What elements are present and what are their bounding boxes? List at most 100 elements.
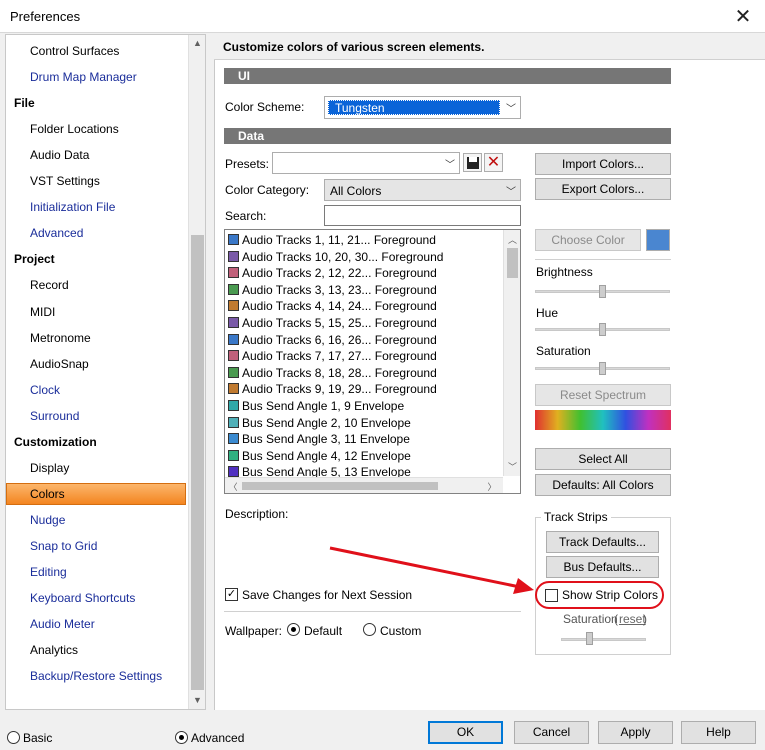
sidebar-item-audio-meter[interactable]: Audio Meter	[30, 614, 95, 634]
strip-saturation-reset-link[interactable]: reset	[619, 612, 646, 626]
sidebar-item-surround[interactable]: Surround	[30, 406, 79, 426]
defaults-all-colors-button[interactable]: Defaults: All Colors	[535, 474, 671, 496]
sidebar-item-audiosnap[interactable]: AudioSnap	[30, 354, 89, 374]
color-swatch-icon	[228, 433, 239, 445]
color-list-item[interactable]: Audio Tracks 3, 13, 23... Foreground	[228, 282, 437, 298]
scroll-right-icon[interactable]: 〉	[487, 480, 497, 493]
sidebar-item-display[interactable]: Display	[30, 458, 69, 478]
save-preset-icon[interactable]	[463, 153, 482, 172]
delete-preset-icon[interactable]: ✕	[484, 153, 503, 172]
hue-slider-thumb[interactable]	[599, 323, 606, 336]
color-item-label: Audio Tracks 5, 15, 25... Foreground	[242, 316, 437, 330]
description-label: Description:	[225, 507, 289, 521]
ok-button[interactable]: OK	[428, 721, 503, 744]
help-button[interactable]: Help	[681, 721, 756, 744]
color-list-item[interactable]: Bus Send Angle 1, 9 Envelope	[228, 398, 404, 414]
advanced-mode-radio[interactable]	[175, 731, 188, 744]
basic-mode-radio[interactable]	[7, 731, 20, 744]
color-list-item[interactable]: Audio Tracks 8, 18, 28... Foreground	[228, 365, 437, 381]
wallpaper-default-label: Default	[304, 624, 343, 638]
hue-label: Hue	[536, 306, 559, 320]
color-swatch[interactable]	[646, 229, 670, 251]
title-bar: Preferences ✕	[0, 0, 765, 33]
color-list-item[interactable]: Bus Send Angle 4, 12 Envelope	[228, 448, 411, 464]
basic-mode-label: Basic	[23, 731, 53, 745]
color-list-item[interactable]: Audio Tracks 2, 12, 22... Foreground	[228, 265, 437, 281]
sidebar-item-colors[interactable]: Colors	[30, 484, 65, 504]
sidebar-item-metronome[interactable]: Metronome	[30, 328, 91, 348]
track-strips-title: Track Strips	[541, 510, 611, 524]
track-defaults-button[interactable]: Track Defaults...	[546, 531, 659, 553]
list-vscroll-thumb[interactable]	[507, 248, 518, 278]
bus-defaults-button[interactable]: Bus Defaults...	[546, 556, 659, 578]
color-scheme-select[interactable]: Tungsten ﹀	[324, 96, 521, 119]
saturation-slider-thumb[interactable]	[599, 362, 606, 375]
sidebar-scrollbar[interactable]: ▲ ▼	[188, 35, 205, 709]
reset-spectrum-button[interactable]: Reset Spectrum	[535, 384, 671, 406]
saturation-label: Saturation	[536, 344, 591, 358]
sidebar-item-folder-locations[interactable]: Folder Locations	[30, 119, 119, 139]
color-item-label: Audio Tracks 4, 14, 24... Foreground	[242, 299, 437, 314]
color-swatch-icon	[228, 366, 239, 378]
wallpaper-default-radio[interactable]	[287, 623, 300, 636]
scroll-down-icon[interactable]: ﹀	[504, 460, 520, 473]
color-list-item[interactable]: Audio Tracks 6, 16, 26... Foreground	[228, 332, 437, 348]
color-swatch-icon	[228, 283, 239, 295]
scroll-down-icon[interactable]: ▼	[189, 695, 205, 705]
scrollbar-thumb[interactable]	[191, 235, 204, 690]
export-colors-button[interactable]: Export Colors...	[535, 178, 671, 200]
color-item-label: Audio Tracks 7, 17, 27... Foreground	[242, 349, 437, 364]
color-item-label: Bus Send Angle 3, 11 Envelope	[242, 432, 410, 447]
select-all-button[interactable]: Select All	[535, 448, 671, 470]
color-list-item[interactable]: Audio Tracks 5, 15, 25... Foreground	[228, 315, 437, 331]
scroll-up-icon[interactable]: ▲	[189, 38, 205, 48]
list-hscroll-thumb[interactable]	[242, 482, 438, 490]
save-changes-checkbox[interactable]: ✓	[225, 588, 238, 601]
sidebar-item-record[interactable]: Record	[30, 275, 69, 295]
sidebar-item-snap-to-grid[interactable]: Snap to Grid	[30, 536, 97, 556]
color-list-item[interactable]: Audio Tracks 9, 19, 29... Foreground	[228, 381, 437, 397]
chevron-down-icon: ﹀	[506, 187, 516, 198]
apply-button[interactable]: Apply	[598, 721, 673, 744]
wallpaper-custom-radio[interactable]	[363, 623, 376, 636]
sidebar-item-nudge[interactable]: Nudge	[30, 510, 65, 530]
sidebar-item-clock[interactable]: Clock	[30, 380, 60, 400]
sidebar-item-editing[interactable]: Editing	[30, 562, 67, 582]
color-category-select[interactable]: All Colors ﹀	[324, 179, 521, 201]
chevron-down-icon: ﹀	[445, 160, 455, 171]
presets-select[interactable]: ﹀	[272, 152, 460, 174]
sidebar-item-drum-map-manager[interactable]: Drum Map Manager	[30, 67, 137, 87]
sidebar-item-midi[interactable]: MIDI	[30, 302, 55, 322]
scroll-left-icon[interactable]: 〈	[228, 480, 238, 493]
search-input[interactable]	[324, 205, 521, 226]
scroll-up-icon[interactable]: ︿	[504, 233, 520, 246]
color-spectrum[interactable]	[535, 410, 671, 430]
brightness-slider-thumb[interactable]	[599, 285, 606, 298]
choose-color-button[interactable]: Choose Color	[535, 229, 641, 251]
strip-saturation-slider-track[interactable]	[561, 638, 646, 641]
color-item-label: Audio Tracks 9, 19, 29... Foreground	[242, 382, 437, 397]
import-colors-button[interactable]: Import Colors...	[535, 153, 671, 175]
sidebar-item-advanced[interactable]: Advanced	[30, 223, 83, 243]
wallpaper-label: Wallpaper:	[225, 624, 282, 638]
color-list-item[interactable]: Audio Tracks 4, 14, 24... Foreground	[228, 298, 437, 314]
sidebar-item-initialization-file[interactable]: Initialization File	[30, 197, 115, 217]
cancel-button[interactable]: Cancel	[514, 721, 589, 744]
color-list-item[interactable]: Audio Tracks 10, 20, 30... Foreground	[228, 249, 443, 265]
color-list-item[interactable]: Audio Tracks 7, 17, 27... Foreground	[228, 348, 437, 364]
color-list-item[interactable]: Bus Send Angle 3, 11 Envelope	[228, 431, 410, 447]
list-vscrollbar[interactable]: ︿ ﹀	[503, 230, 520, 476]
color-element-list[interactable]: Audio Tracks 1, 11, 21... Foreground Audi…	[224, 229, 521, 494]
sidebar-group-customization: Customization	[14, 434, 97, 449]
close-icon[interactable]: ✕	[731, 4, 755, 29]
sidebar-item-analytics[interactable]: Analytics	[30, 640, 78, 660]
sidebar-item-control-surfaces[interactable]: Control Surfaces	[30, 41, 119, 61]
strip-saturation-slider-thumb[interactable]	[586, 632, 593, 645]
sidebar-item-vst-settings[interactable]: VST Settings	[30, 171, 100, 191]
color-list-item[interactable]: Audio Tracks 1, 11, 21... Foreground	[228, 232, 436, 248]
list-hscrollbar[interactable]: 〈 〉	[225, 477, 503, 493]
sidebar-item-audio-data[interactable]: Audio Data	[30, 145, 89, 165]
sidebar-item-keyboard-shortcuts[interactable]: Keyboard Shortcuts	[30, 588, 135, 608]
color-list-item[interactable]: Bus Send Angle 2, 10 Envelope	[228, 415, 411, 431]
sidebar-item-backup-restore-settings[interactable]: Backup/Restore Settings	[30, 666, 162, 686]
